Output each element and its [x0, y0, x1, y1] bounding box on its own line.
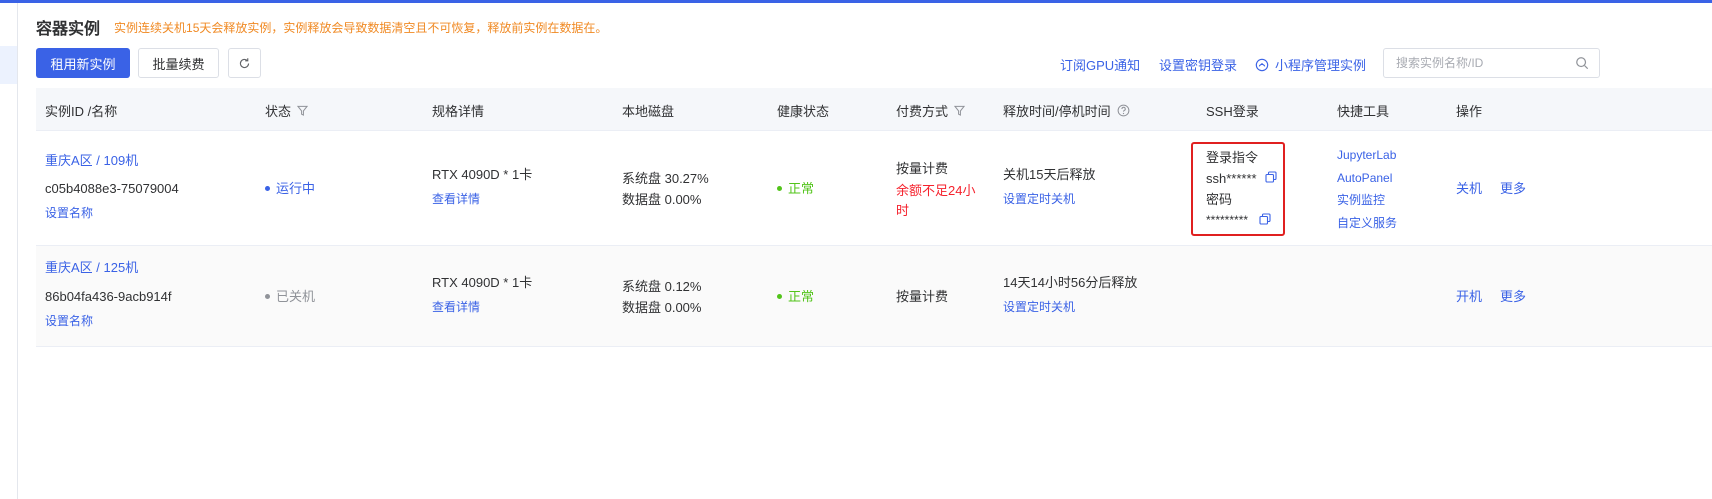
column-header-status[interactable]: 状态: [265, 101, 309, 120]
table-row: 重庆A区 / 109机 c05b4088e3-75079004 设置名称 运行中…: [36, 131, 1712, 246]
power-on-button[interactable]: 开机: [1456, 289, 1482, 305]
set-name-link[interactable]: 设置名称: [45, 206, 93, 220]
disk-system: 系统盘 0.12%: [622, 279, 702, 294]
billing-warning: 余额不足24小时: [896, 183, 976, 219]
status-text: 已关机: [276, 289, 316, 304]
refresh-button[interactable]: [228, 48, 261, 78]
table-row: 重庆A区 / 125机 86b04fa436-9acb914f 设置名称 已关机…: [36, 246, 1712, 347]
health-badge: 正常: [777, 181, 814, 197]
instance-id: c05b4088e3-75079004: [45, 181, 179, 196]
ssh-command-value: ssh******: [1206, 171, 1257, 186]
release-time: 14天14小时56分后释放: [1003, 275, 1138, 290]
mini-program-icon: [1255, 58, 1269, 71]
health-badge: 正常: [777, 289, 814, 305]
instance-region-link[interactable]: 重庆A区 / 125机: [45, 260, 138, 276]
column-header-health: 健康状态: [777, 104, 830, 119]
column-header-disk: 本地磁盘: [622, 104, 675, 119]
disk-data: 数据盘 0.00%: [622, 300, 702, 315]
column-header-actions: 操作: [1456, 104, 1483, 119]
instance-table: 实例ID /名称 状态 规格详情 本地磁盘 健康状态 付费方式 释放时间/停机时…: [36, 88, 1712, 347]
column-header-billing[interactable]: 付费方式: [896, 101, 966, 120]
toolbar: 租用新实例 批量续费 订阅GPU通知 设置密钥登录 小程序管理实例: [36, 48, 1712, 78]
more-button[interactable]: 更多: [1500, 289, 1526, 305]
page-header: 容器实例 实例连续关机15天会释放实例，实例释放会导致数据清空且不可恢复，释放前…: [36, 15, 607, 39]
column-header-tools: 快捷工具: [1337, 104, 1390, 119]
set-shutdown-link[interactable]: 设置定时关机: [1003, 300, 1075, 314]
copy-icon[interactable]: [1259, 213, 1271, 225]
subscribe-gpu-link[interactable]: 订阅GPU通知: [1060, 55, 1140, 74]
help-icon[interactable]: [1117, 104, 1130, 117]
column-header-ssh: SSH登录: [1206, 104, 1259, 119]
status-text: 运行中: [276, 181, 316, 196]
release-time: 关机15天后释放: [1003, 167, 1096, 182]
billing-type: 按量计费: [896, 161, 949, 176]
instance-id: 86b04fa436-9acb914f: [45, 289, 172, 304]
set-name-link[interactable]: 设置名称: [45, 314, 93, 328]
status-dot: [265, 186, 270, 192]
search-input[interactable]: [1396, 56, 1566, 70]
status-badge: 已关机: [265, 289, 315, 305]
shutdown-button[interactable]: 关机: [1456, 181, 1482, 197]
key-login-link[interactable]: 设置密钥登录: [1159, 55, 1237, 74]
refresh-icon: [239, 57, 250, 68]
column-header-status-label: 状态: [265, 104, 292, 119]
tool-autopanel-link[interactable]: AutoPanel: [1337, 171, 1392, 185]
column-header-billing-label: 付费方式: [896, 104, 949, 119]
spec-text: RTX 4090D * 1卡: [432, 275, 533, 290]
ssh-password-label: 密码: [1206, 192, 1233, 207]
disk-system: 系统盘 30.27%: [622, 171, 709, 186]
column-header-release: 释放时间/停机时间: [1003, 101, 1130, 120]
column-header-spec: 规格详情: [432, 104, 485, 119]
health-dot: [777, 186, 782, 192]
disk-data: 数据盘 0.00%: [622, 192, 702, 207]
more-button[interactable]: 更多: [1500, 181, 1526, 197]
health-text: 正常: [788, 289, 815, 304]
spec-text: RTX 4090D * 1卡: [432, 167, 533, 182]
column-header-release-label: 释放时间/停机时间: [1003, 104, 1111, 119]
filter-icon[interactable]: [954, 105, 966, 116]
filter-icon[interactable]: [297, 105, 309, 116]
sidebar-divider: [17, 3, 18, 499]
status-dot: [265, 294, 270, 300]
status-badge: 运行中: [265, 181, 315, 197]
copy-icon[interactable]: [1265, 171, 1277, 183]
tool-jupyterlab-link[interactable]: JupyterLab: [1337, 148, 1396, 162]
ssh-command-label: 登录指令: [1206, 150, 1259, 165]
set-shutdown-link[interactable]: 设置定时关机: [1003, 192, 1075, 206]
column-header-id: 实例ID /名称: [45, 104, 118, 119]
page-title: 容器实例: [36, 21, 101, 38]
release-notice: 实例连续关机15天会释放实例，实例释放会导致数据清空且不可恢复，释放前实例在数据…: [114, 20, 608, 35]
search-icon[interactable]: [1575, 56, 1589, 70]
tool-custom-service-link[interactable]: 自定义服务: [1337, 216, 1397, 230]
tool-monitor-link[interactable]: 实例监控: [1337, 193, 1385, 207]
mini-program-link[interactable]: 小程序管理实例: [1255, 55, 1366, 74]
instance-region-link[interactable]: 重庆A区 / 109机: [45, 153, 138, 169]
batch-renew-button[interactable]: 批量续费: [138, 48, 219, 78]
mini-program-label: 小程序管理实例: [1275, 58, 1367, 73]
rent-new-instance-button[interactable]: 租用新实例: [36, 48, 130, 78]
spec-detail-link[interactable]: 查看详情: [432, 300, 480, 314]
table-header: 实例ID /名称 状态 规格详情 本地磁盘 健康状态 付费方式 释放时间/停机时…: [36, 88, 1712, 131]
billing-type: 按量计费: [896, 289, 949, 304]
ssh-password-value: *********: [1206, 213, 1249, 227]
health-text: 正常: [788, 181, 815, 196]
spec-detail-link[interactable]: 查看详情: [432, 192, 480, 206]
search-box[interactable]: [1383, 48, 1600, 78]
health-dot: [777, 294, 782, 300]
sidebar-active-item[interactable]: [0, 46, 17, 84]
top-accent-bar: [0, 0, 1712, 3]
